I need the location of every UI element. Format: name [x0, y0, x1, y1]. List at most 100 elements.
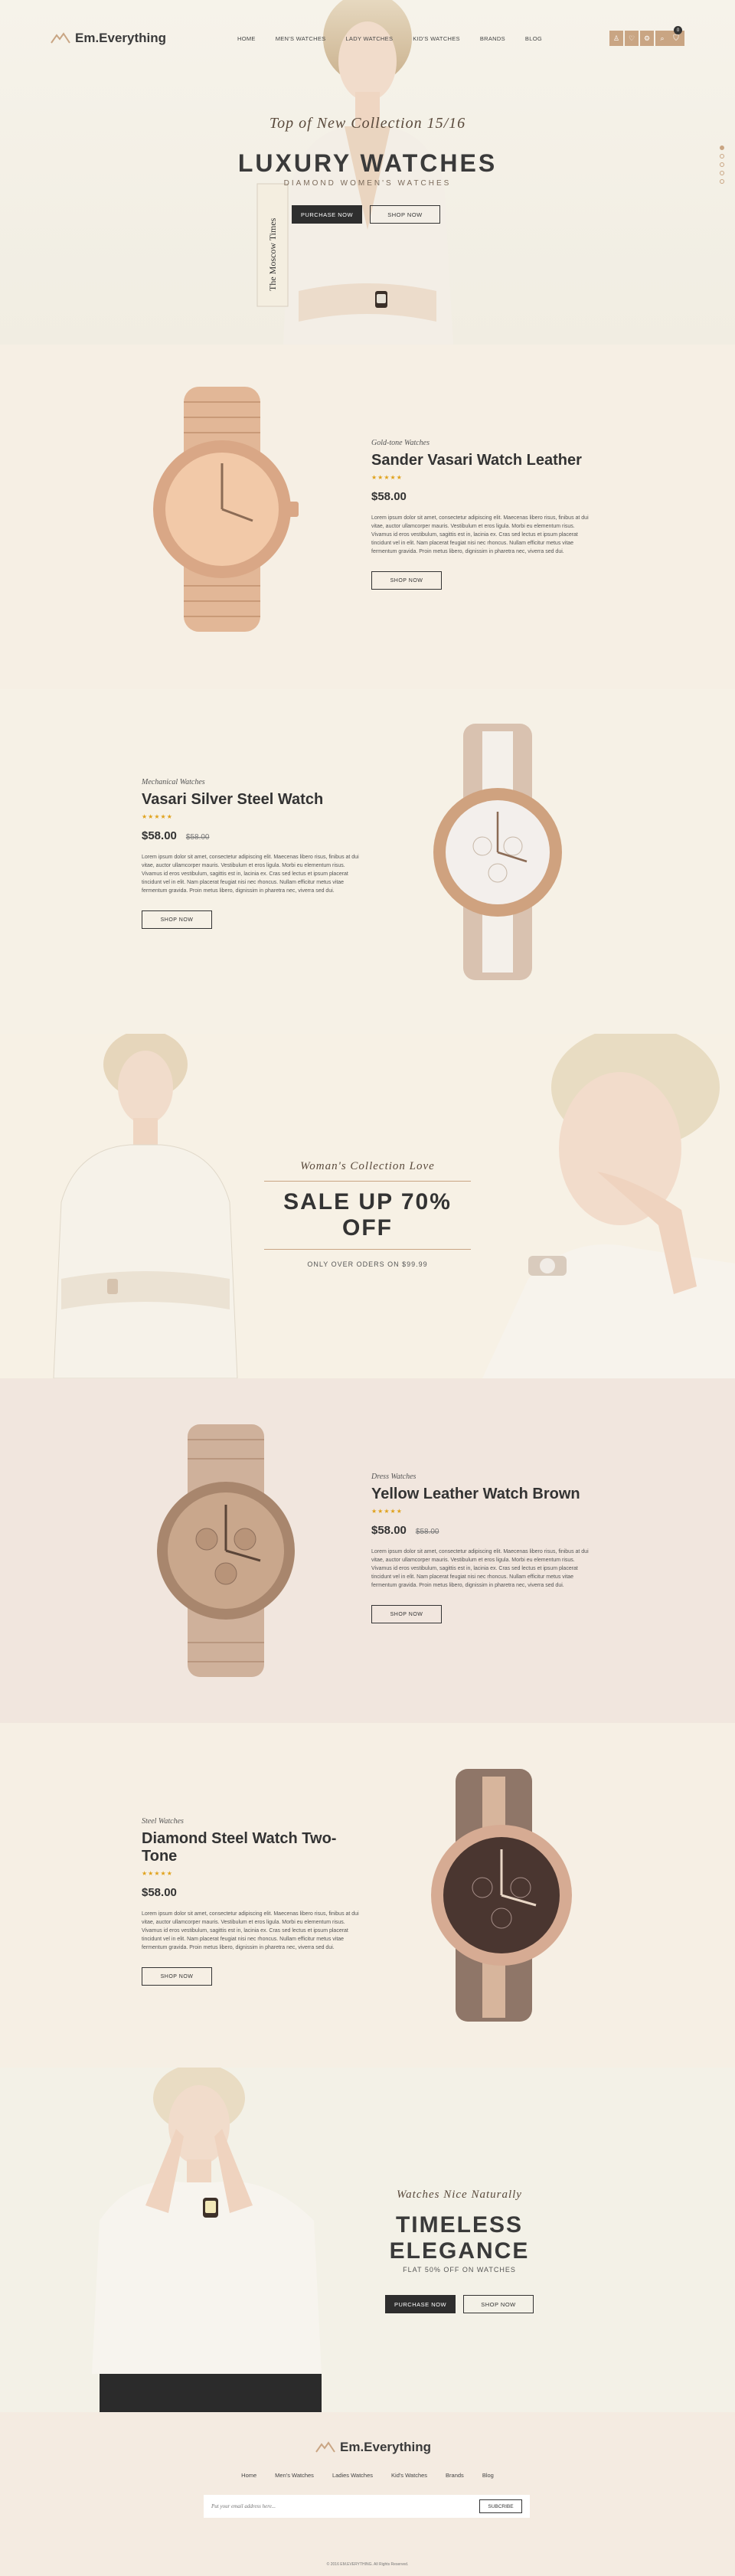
product-name[interactable]: Sander Vasari Watch Leather — [371, 452, 593, 469]
shop-now-button[interactable]: SHOP NOW — [371, 571, 442, 590]
purchase-now-button[interactable]: PURCHASE NOW — [292, 205, 362, 224]
footer-logo[interactable]: Em.Everything — [315, 2440, 431, 2455]
nav-item-brands[interactable]: BRANDS — [480, 35, 505, 42]
price-old: $58.00 — [415, 1528, 439, 1536]
footer-nav-home[interactable]: Home — [241, 2472, 256, 2479]
product-info: Gold-tone Watches Sander Vasari Watch Le… — [371, 439, 593, 590]
product-watch-image[interactable] — [417, 1769, 578, 2022]
shop-now-button[interactable]: SHOP NOW — [142, 1967, 212, 1986]
nav-item-kids-watches[interactable]: KID'S WATCHES — [413, 35, 460, 42]
slider-dot[interactable] — [720, 179, 724, 184]
product-watch-image[interactable] — [145, 387, 306, 632]
price-current: $58.00 — [142, 829, 177, 842]
timeless-banner: Watches Nice Naturally TIMELESS ELEGANCE… — [0, 2068, 735, 2412]
footer-nav-kids-watches[interactable]: Kid's Watches — [391, 2472, 427, 2479]
product-name[interactable]: Diamond Steel Watch Two-Tone — [142, 1830, 364, 1865]
sale-kicker: Woman's Collection Love — [300, 1160, 435, 1172]
product-description: Lorem ipsum dolor sit amet, consectetur … — [371, 1549, 589, 1588]
nav-item-lady-watches[interactable]: LADY WATCHES — [345, 35, 393, 42]
timeless-text: Watches Nice Naturally TIMELESS ELEGANCE… — [329, 2189, 590, 2313]
newsletter-form: SUBCRIBE — [204, 2495, 530, 2518]
logo[interactable]: Em.Everything — [51, 31, 166, 46]
newsletter-email-input[interactable] — [211, 2503, 441, 2509]
logo-mountain-icon — [315, 2441, 335, 2453]
rating-stars-icon: ★★★★★ — [371, 474, 403, 481]
product-info: Steel Watches Diamond Steel Watch Two-To… — [142, 1817, 364, 1986]
footer-logo-text: Em.Everything — [340, 2440, 432, 2454]
sale-banner: Woman's Collection Love SALE UP 70% OFF … — [0, 1034, 735, 1378]
product-description: Lorem ipsum dolor sit amet, consectetur … — [142, 1911, 359, 1950]
footer-nav-ladies-watches[interactable]: Ladies Watches — [332, 2472, 373, 2479]
product-section: Gold-tone Watches Sander Vasari Watch Le… — [0, 345, 735, 689]
settings-icon[interactable]: ⚙ — [640, 31, 654, 46]
timeless-buttons: PURCHASE NOW SHOP NOW — [329, 2295, 590, 2313]
product-description: Lorem ipsum dolor sit amet, consectetur … — [142, 855, 359, 894]
site-footer: Em.Everything Home Men's Watches Ladies … — [0, 2412, 735, 2576]
rating-stars-icon: ★★★★★ — [142, 1870, 173, 1877]
price-current: $58.00 — [142, 1886, 177, 1899]
product-category: Mechanical Watches — [142, 778, 205, 786]
logo-text: Em.Everything — [75, 31, 167, 45]
product-info: Mechanical Watches Vasari Silver Steel W… — [142, 778, 364, 929]
product-name[interactable]: Yellow Leather Watch Brown — [371, 1486, 593, 1503]
hero-text: Top of New Collection 15/16 LUXURY WATCH… — [0, 115, 735, 188]
footer-nav-mens-watches[interactable]: Men's Watches — [275, 2472, 314, 2479]
shop-now-button[interactable]: SHOP NOW — [142, 910, 212, 929]
cart-count-badge: 0 — [674, 26, 682, 34]
nav-item-home[interactable]: HOME — [237, 35, 256, 42]
sale-model-right-image — [482, 1034, 735, 1378]
copyright-text: © 2016 EM.EVERYTHING. All Rights Reserve… — [326, 2562, 409, 2567]
sale-model-left-image — [53, 1034, 238, 1378]
product-name[interactable]: Vasari Silver Steel Watch — [142, 791, 364, 809]
price-current: $58.00 — [371, 490, 407, 503]
slider-dot[interactable] — [720, 162, 724, 167]
product-watch-image[interactable] — [145, 1424, 306, 1677]
price-old: $58.00 — [185, 833, 210, 842]
product-watch-image[interactable] — [429, 724, 567, 980]
book-cover-text: The Moscow Times — [267, 217, 278, 291]
footer-nav-blog[interactable]: Blog — [482, 2472, 494, 2479]
product-category: Steel Watches — [142, 1817, 184, 1826]
product-description: Lorem ipsum dolor sit amet, consectetur … — [371, 515, 589, 554]
slider-dot[interactable] — [720, 171, 724, 175]
product-price: $58.00 — [142, 1886, 364, 1899]
timeless-model-image — [92, 2068, 322, 2412]
slider-dot[interactable] — [720, 145, 724, 150]
divider — [264, 1249, 471, 1250]
site-header: Em.Everything HOME MEN'S WATCHES LADY WA… — [0, 0, 735, 77]
rating-stars-icon: ★★★★★ — [371, 1508, 403, 1515]
footer-nav-brands[interactable]: Brands — [446, 2472, 464, 2479]
price-current: $58.00 — [371, 1524, 407, 1537]
hero-buttons: PURCHASE NOW SHOP NOW — [292, 205, 440, 224]
product-category: Gold-tone Watches — [371, 439, 430, 447]
sale-subtitle: ONLY OVER ODERS ON $99.99 — [307, 1260, 428, 1268]
purchase-now-button[interactable]: PURCHASE NOW — [385, 2295, 456, 2313]
divider — [264, 1181, 471, 1182]
hero-section: The Moscow Times Em.Everything HOME MEN'… — [0, 0, 735, 345]
shop-now-button[interactable]: SHOP NOW — [371, 1605, 442, 1623]
hero-subtitle: DIAMOND WOMEN'S WATCHES — [283, 179, 452, 188]
subscribe-button[interactable]: SUBCRIBE — [479, 2499, 522, 2513]
product-section: Dress Watches Yellow Leather Watch Brown… — [0, 1378, 735, 1723]
timeless-title: TIMELESS ELEGANCE — [389, 2212, 530, 2264]
sale-text: Woman's Collection Love SALE UP 70% OFF … — [256, 1160, 479, 1268]
product-price: $58.00 — [371, 490, 593, 503]
slider-dot[interactable] — [720, 154, 724, 159]
shop-now-button[interactable]: SHOP NOW — [463, 2295, 534, 2313]
logo-mountain-icon — [51, 32, 70, 44]
sale-title: SALE UP 70% OFF — [283, 1189, 452, 1241]
product-info: Dress Watches Yellow Leather Watch Brown… — [371, 1473, 593, 1623]
nav-item-mens-watches[interactable]: MEN'S WATCHES — [276, 35, 326, 42]
hero-kicker: Top of New Collection 15/16 — [269, 115, 466, 132]
product-category: Dress Watches — [371, 1473, 416, 1481]
header-icons: ♙ ♡ ⚙ ⌕ — [609, 31, 669, 46]
product-section: Mechanical Watches Vasari Silver Steel W… — [0, 689, 735, 1034]
nav-item-blog[interactable]: BLOG — [525, 35, 542, 42]
main-nav: HOME MEN'S WATCHES LADY WATCHES KID'S WA… — [237, 35, 542, 42]
user-icon[interactable]: ♙ — [609, 31, 623, 46]
shop-now-button[interactable]: SHOP NOW — [370, 205, 440, 224]
product-section: Steel Watches Diamond Steel Watch Two-To… — [0, 1723, 735, 2068]
timeless-subtitle: FLAT 50% OFF ON WATCHES — [403, 2266, 516, 2274]
hero-title: LUXURY WATCHES — [237, 149, 498, 177]
heart-icon[interactable]: ♡ — [625, 31, 639, 46]
